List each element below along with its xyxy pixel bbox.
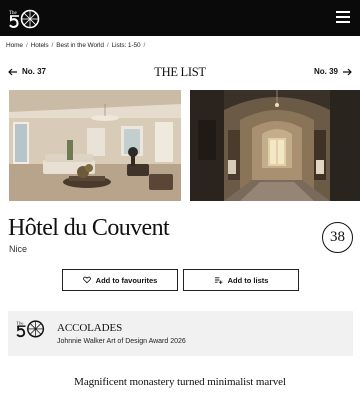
the-50-accolade-logo: The bbox=[15, 317, 47, 339]
add-to-lists-button[interactable]: Add to lists bbox=[183, 269, 299, 291]
accolades-heading: ACCOLADES bbox=[57, 322, 123, 334]
add-to-lists-label: Add to lists bbox=[227, 275, 269, 285]
add-to-favourites-label: Add to favourites bbox=[95, 275, 158, 285]
list-title: THE LIST bbox=[154, 65, 206, 79]
hotel-city: Nice bbox=[9, 244, 28, 254]
accolades-panel: The ACCOLADES Johnnie Walker Art of Desi… bbox=[8, 311, 353, 356]
breadcrumb-best-in-the-world[interactable]: Best in the World bbox=[56, 42, 104, 49]
hamburger-menu-icon[interactable] bbox=[336, 11, 350, 25]
hotel-photo-corridor[interactable] bbox=[190, 90, 360, 201]
arrow-right-icon bbox=[343, 68, 352, 75]
heart-icon bbox=[82, 276, 91, 284]
svg-text:The: The bbox=[16, 320, 23, 325]
top-bar: The bbox=[0, 0, 360, 36]
hotel-tagline: Magnificent monastery turned minimalist … bbox=[74, 376, 286, 388]
add-to-favourites-button[interactable]: Add to favourites bbox=[62, 269, 178, 291]
list-navigation: No. 37 THE LIST No. 39 bbox=[0, 62, 360, 84]
breadcrumb-lists[interactable]: Lists: 1-50 bbox=[112, 42, 141, 49]
hotel-name: Hôtel du Couvent bbox=[8, 215, 170, 241]
accolade-award-text: Johnnie Walker Art of Design Award 2026 bbox=[57, 338, 186, 345]
breadcrumb: Home / Hotels / Best in the World / Lists: 1-5… bbox=[6, 42, 146, 49]
next-hotel-label: No. 39 bbox=[313, 67, 338, 76]
rank-badge: 38 bbox=[322, 222, 353, 253]
list-add-icon bbox=[214, 277, 223, 284]
breadcrumb-hotels[interactable]: Hotels bbox=[31, 42, 49, 49]
hotel-photo-lounge[interactable] bbox=[9, 90, 181, 201]
breadcrumb-home[interactable]: Home bbox=[6, 42, 23, 49]
next-hotel-link[interactable]: No. 39 bbox=[314, 67, 352, 76]
the-50-logo[interactable]: The bbox=[8, 6, 42, 30]
